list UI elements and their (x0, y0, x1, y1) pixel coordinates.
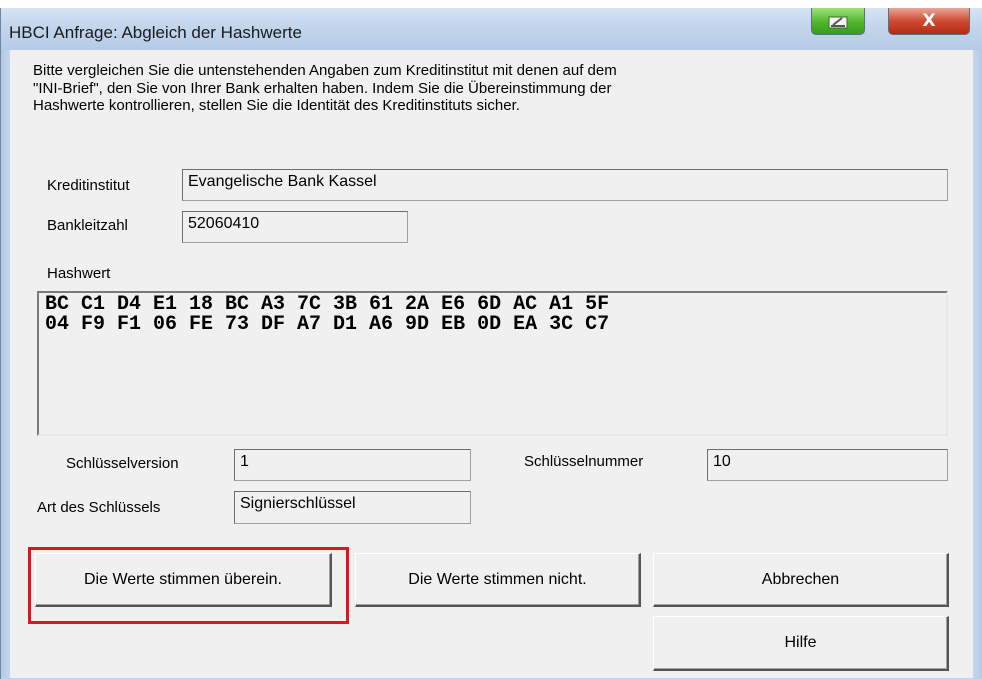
minimize-button[interactable] (811, 8, 865, 35)
schluesselnummer-field[interactable]: 10 (707, 449, 948, 481)
close-button[interactable]: X (888, 8, 970, 35)
hash-line: BC C1 D4 E1 18 BC A3 7C 3B 61 2A E6 6D A… (45, 293, 610, 316)
art-des-schluessels-field[interactable]: Signierschlüssel (234, 491, 471, 524)
hashwert-label: Hashwert (47, 265, 111, 282)
schluesselversion-label: Schlüsselversion (66, 455, 179, 472)
bankleitzahl-label: Bankleitzahl (47, 217, 128, 234)
schluesselversion-field[interactable]: 1 (234, 449, 471, 481)
bankleitzahl-field[interactable]: 52060410 (182, 211, 408, 243)
hash-line: 04 F9 F1 06 FE 73 DF A7 D1 A6 9D EB 0D E… (45, 313, 610, 336)
kreditinstitut-label: Kreditinstitut (47, 177, 130, 194)
values-mismatch-button[interactable]: Die Werte stimmen nicht. (355, 553, 641, 607)
dialog-window: HBCI Anfrage: Abgleich der Hashwerte X B… (0, 8, 982, 679)
window-title: HBCI Anfrage: Abgleich der Hashwerte (9, 23, 302, 42)
close-icon: X (922, 11, 936, 31)
dialog-client-area: Bitte vergleichen Sie die untenstehenden… (10, 50, 973, 678)
minimize-icon (828, 16, 848, 29)
hashwert-field[interactable]: BC C1 D4 E1 18 BC A3 7C 3B 61 2A E6 6D A… (37, 291, 948, 436)
window-frame-right (973, 50, 982, 678)
instruction-text: Bitte vergleichen Sie die untenstehenden… (33, 62, 617, 114)
kreditinstitut-field[interactable]: Evangelische Bank Kassel (182, 169, 948, 201)
title-bar[interactable]: HBCI Anfrage: Abgleich der Hashwerte X (1, 8, 982, 50)
values-match-button[interactable]: Die Werte stimmen überein. (35, 553, 332, 607)
help-button[interactable]: Hilfe (653, 616, 949, 671)
schluesselnummer-label: Schlüsselnummer (524, 453, 644, 470)
window-frame-left (1, 50, 10, 678)
cancel-button[interactable]: Abbrechen (653, 553, 949, 607)
art-des-schluessels-label: Art des Schlüssels (37, 499, 161, 516)
